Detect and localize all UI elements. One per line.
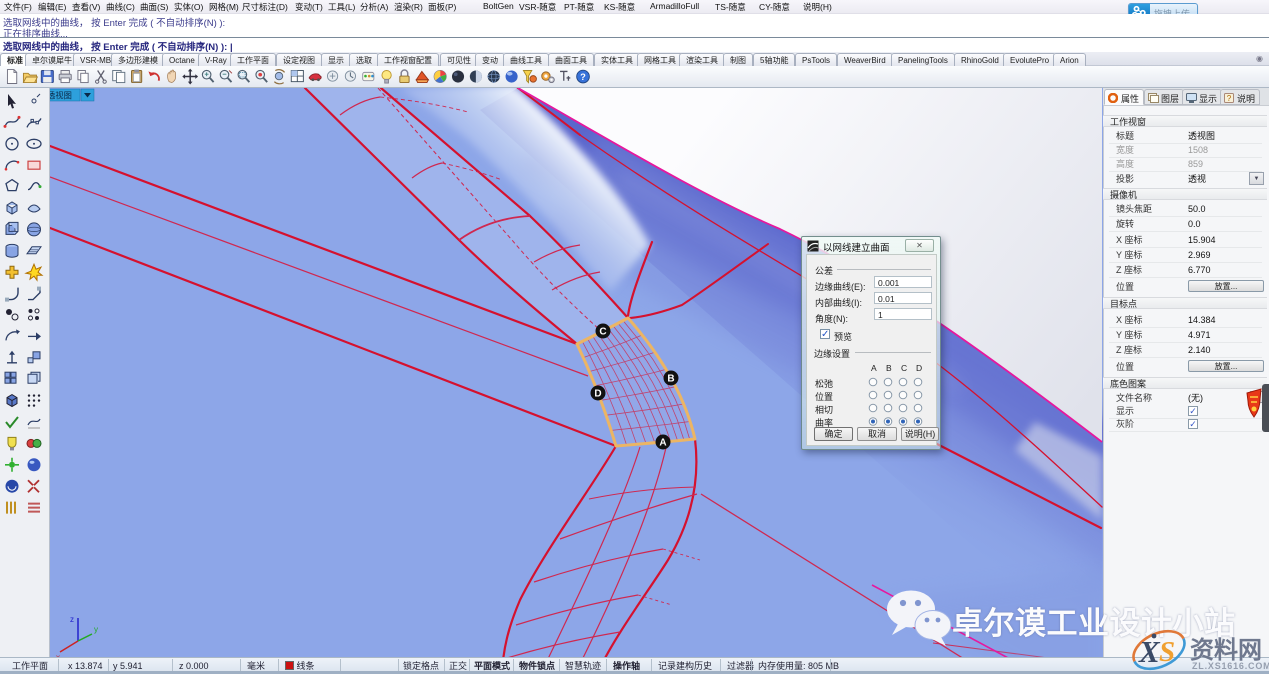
svg-text:C: C [599,327,606,338]
svg-text:透视图: 透视图 [50,90,72,100]
svg-text:y: y [94,625,98,634]
svg-text:A: A [659,438,666,449]
svg-text:?: ? [1227,94,1232,103]
svg-text:z: z [70,615,74,624]
svg-text:D: D [594,389,601,400]
svg-text:B: B [667,374,674,385]
svg-text:?: ? [580,72,586,82]
